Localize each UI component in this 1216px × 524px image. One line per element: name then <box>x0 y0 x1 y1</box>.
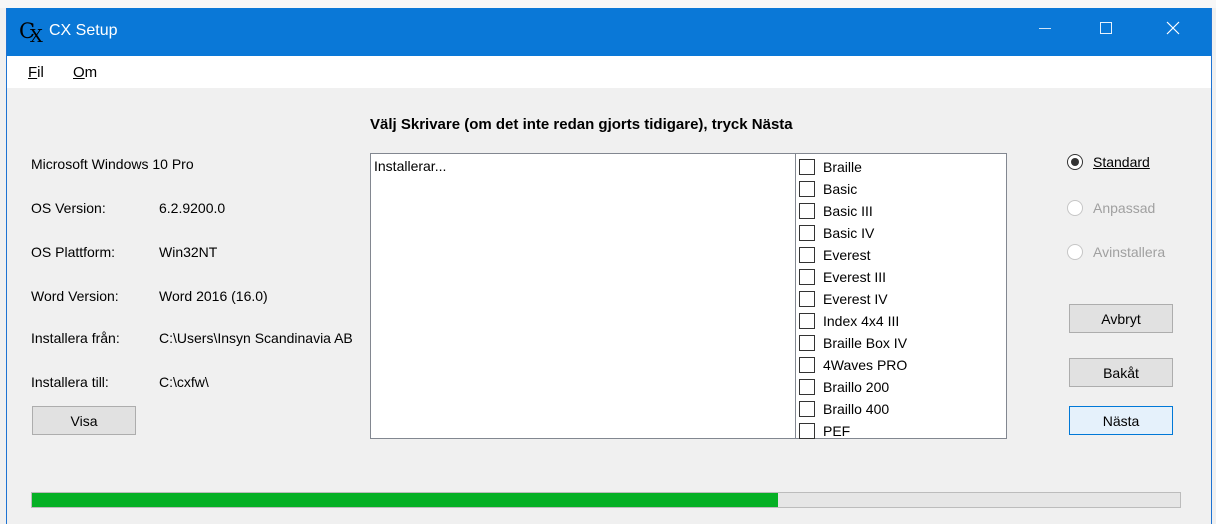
printer-item[interactable]: Braillo 200 <box>799 376 889 398</box>
next-button-label: Nästa <box>1102 412 1140 429</box>
checkbox-icon[interactable] <box>799 313 815 329</box>
progress-bar <box>31 492 1181 508</box>
install-to-value: C:\cxfw\ <box>159 374 209 390</box>
install-from-value: C:\Users\Insyn Scandinavia AB <box>159 330 353 346</box>
os-platform-value: Win32NT <box>159 244 218 260</box>
close-icon <box>1166 21 1180 35</box>
printer-item[interactable]: Braille <box>799 156 862 178</box>
printer-item[interactable]: 4Waves PRO <box>799 354 907 376</box>
minimize-icon <box>1039 27 1051 29</box>
checkbox-icon[interactable] <box>799 159 815 175</box>
show-button-label: Visa <box>70 412 98 429</box>
printer-label: Braille <box>823 159 862 175</box>
os-platform-label: OS Plattform: <box>31 244 116 260</box>
printer-label: Everest III <box>823 269 887 285</box>
printer-item[interactable]: Everest IV <box>799 288 888 310</box>
printer-item[interactable]: Everest <box>799 244 870 266</box>
menu-file[interactable]: Fil <box>28 64 44 81</box>
checkbox-icon[interactable] <box>799 181 815 197</box>
os-version-label: OS Version: <box>31 200 106 216</box>
cancel-button[interactable]: Avbryt <box>1069 304 1173 333</box>
radio-standard[interactable]: Standard <box>1067 154 1150 170</box>
printer-label: Basic <box>823 181 858 197</box>
radio-icon[interactable] <box>1067 244 1083 260</box>
checkbox-icon[interactable] <box>799 357 815 373</box>
printer-list[interactable]: Braille Basic Basic III Basic IV Everest… <box>795 153 1007 439</box>
install-from-label: Installera från: <box>31 330 120 346</box>
checkbox-icon[interactable] <box>799 379 815 395</box>
app-icon-sub: X <box>30 26 43 47</box>
radio-custom-label: Anpassad <box>1093 200 1156 216</box>
checkbox-icon[interactable] <box>799 335 815 351</box>
printer-label: Basic III <box>823 203 873 219</box>
maximize-icon <box>1100 22 1112 34</box>
desktop-strip <box>0 0 1216 8</box>
checkbox-icon[interactable] <box>799 203 815 219</box>
printer-item[interactable]: Braillo 400 <box>799 398 889 420</box>
checkbox-icon[interactable] <box>799 269 815 285</box>
radio-icon[interactable] <box>1067 200 1083 216</box>
os-version-value: 6.2.9200.0 <box>159 200 226 216</box>
radio-uninstall-label: Avinstallera <box>1093 244 1166 260</box>
printer-label: Braillo 400 <box>823 401 890 417</box>
checkbox-icon[interactable] <box>799 291 815 307</box>
back-button-label: Bakåt <box>1103 364 1139 381</box>
printer-label: Braillo 200 <box>823 379 890 395</box>
menu-bar: Fil Om <box>7 56 1211 88</box>
radio-standard-label: Standard <box>1093 154 1150 170</box>
cancel-button-label: Avbryt <box>1101 310 1141 327</box>
os-name: Microsoft Windows 10 Pro <box>31 156 194 172</box>
back-button[interactable]: Bakåt <box>1069 358 1173 387</box>
checkbox-icon[interactable] <box>799 247 815 263</box>
window-title: CX Setup <box>49 22 118 39</box>
printer-item[interactable]: Everest III <box>799 266 886 288</box>
printer-item[interactable]: Basic <box>799 178 857 200</box>
setup-window: CX CX Setup Fil Om Välj Skrivare (om det… <box>6 8 1212 524</box>
printer-item[interactable]: PEF <box>799 420 850 442</box>
install-to-label: Installera till: <box>31 374 109 390</box>
word-version-value: Word 2016 (16.0) <box>159 288 268 304</box>
radio-custom[interactable]: Anpassad <box>1067 200 1155 216</box>
printer-label: 4Waves PRO <box>823 357 908 373</box>
checkbox-icon[interactable] <box>799 225 815 241</box>
next-button[interactable]: Nästa <box>1069 406 1173 435</box>
word-version-label: Word Version: <box>31 288 119 304</box>
printer-item[interactable]: Basic IV <box>799 222 874 244</box>
radio-uninstall[interactable]: Avinstallera <box>1067 244 1165 260</box>
app-icon: CX <box>19 20 43 47</box>
printer-item[interactable]: Braille Box IV <box>799 332 907 354</box>
printer-label: Everest <box>823 247 871 263</box>
printer-label: Basic IV <box>823 225 875 241</box>
menu-about[interactable]: Om <box>73 64 97 81</box>
install-log[interactable]: Installerar... <box>370 153 796 439</box>
progress-fill <box>32 493 779 507</box>
printer-label: Everest IV <box>823 291 888 307</box>
printer-label: PEF <box>823 423 851 439</box>
printer-label: Index 4x4 III <box>823 313 900 329</box>
log-text: Installerar... <box>374 158 447 174</box>
maximize-button[interactable] <box>1083 8 1129 48</box>
minimize-button[interactable] <box>1022 8 1068 48</box>
printer-item[interactable]: Index 4x4 III <box>799 310 899 332</box>
show-button[interactable]: Visa <box>32 406 136 435</box>
checkbox-icon[interactable] <box>799 423 815 439</box>
printer-label: Braille Box IV <box>823 335 908 351</box>
checkbox-icon[interactable] <box>799 401 815 417</box>
close-button[interactable] <box>1150 8 1196 48</box>
title-bar[interactable]: CX CX Setup <box>7 8 1211 56</box>
printer-item[interactable]: Basic III <box>799 200 873 222</box>
radio-checked-icon[interactable] <box>1067 154 1083 170</box>
page-heading: Välj Skrivare (om det inte redan gjorts … <box>370 116 793 133</box>
